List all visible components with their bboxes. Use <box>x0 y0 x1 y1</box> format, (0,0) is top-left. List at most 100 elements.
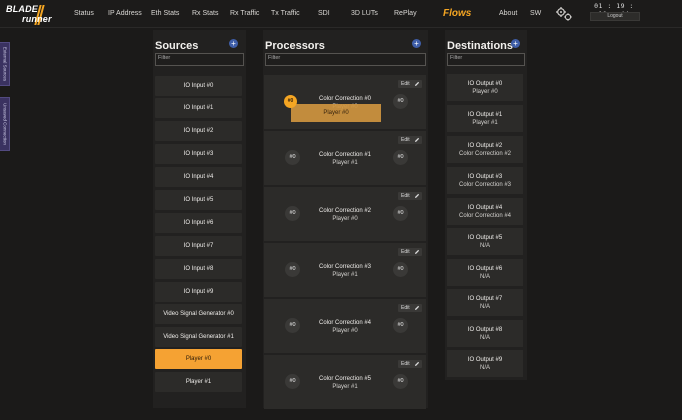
processors-panel: Processors + Filter Edit Color Correctio… <box>263 30 428 409</box>
gears-icon[interactable] <box>555 6 573 27</box>
output-port[interactable]: #0 <box>393 150 408 165</box>
destination-title: IO Output #1 <box>467 112 503 118</box>
nav-rx-stats[interactable]: Rx Stats <box>192 10 218 17</box>
nav-rx-traffic[interactable]: Rx Traffic <box>230 10 259 17</box>
source-item[interactable]: IO Input #9 <box>155 282 242 302</box>
destination-title: IO Output #2 <box>467 143 503 149</box>
nav-sdi[interactable]: SDI <box>318 10 330 17</box>
nav-3d-luts[interactable]: 3D LUTs <box>351 10 378 17</box>
source-item[interactable]: IO Input #2 <box>155 121 242 141</box>
bladerunner-logo: BLADE runner <box>6 5 62 25</box>
edit-label: Edit <box>401 361 410 367</box>
output-port[interactable]: #0 <box>393 374 408 389</box>
edit-button[interactable]: Edit <box>398 248 422 256</box>
logout-button[interactable]: Logout <box>590 12 640 21</box>
destinations-panel: Destinations + Filter IO Output #0 Player… <box>445 30 527 380</box>
logo-line2: runner <box>22 14 52 24</box>
destination-item[interactable]: IO Output #5 N/A <box>447 228 523 255</box>
nav-tx-traffic[interactable]: Tx Traffic <box>271 10 300 17</box>
side-tab-unsaved-connection[interactable]: Unsaved Connection <box>0 97 10 151</box>
source-item[interactable]: IO Input #4 <box>155 167 242 187</box>
source-item[interactable]: IO Input #5 <box>155 190 242 210</box>
destination-item[interactable]: IO Output #4 Color Correction #4 <box>447 198 523 225</box>
destination-source: N/A <box>479 304 490 310</box>
nav-ip-address[interactable]: IP Address <box>108 10 142 17</box>
destination-item[interactable]: IO Output #3 Color Correction #3 <box>447 167 523 194</box>
logo-line1: BLADE <box>6 4 38 14</box>
nav-sw[interactable]: SW <box>530 10 541 17</box>
source-item-selected[interactable]: Player #0 <box>155 349 242 369</box>
output-port[interactable]: #0 <box>393 262 408 277</box>
input-port[interactable]: #0 <box>285 262 300 277</box>
destination-item[interactable]: IO Output #9 N/A <box>447 350 523 377</box>
output-port[interactable]: #0 <box>393 318 408 333</box>
destination-source: Color Correction #2 <box>458 151 512 157</box>
edit-label: Edit <box>401 305 410 311</box>
destination-item[interactable]: IO Output #6 N/A <box>447 259 523 286</box>
add-destination-icon[interactable]: + <box>511 39 520 48</box>
processor-card[interactable]: Edit Color Correction #1 Player #1 #0 #0 <box>264 131 426 185</box>
destination-title: IO Output #8 <box>467 327 503 333</box>
output-port[interactable]: #0 <box>393 94 408 109</box>
destination-item[interactable]: IO Output #8 N/A <box>447 320 523 347</box>
sources-title: Sources <box>155 40 199 52</box>
destination-item[interactable]: IO Output #1 Player #1 <box>447 105 523 132</box>
edit-button[interactable]: Edit <box>398 304 422 312</box>
processor-card[interactable]: Edit Color Correction #5 Player #1 #0 #0 <box>264 355 426 409</box>
source-item[interactable]: IO Input #0 <box>155 76 242 96</box>
drop-port-badge[interactable]: #0 <box>284 95 297 108</box>
edit-button[interactable]: Edit <box>398 192 422 200</box>
source-item[interactable]: Video Signal Generator #1 <box>155 327 242 347</box>
destination-title: IO Output #4 <box>467 205 503 211</box>
input-port[interactable]: #0 <box>285 150 300 165</box>
nav-status[interactable]: Status <box>74 10 94 17</box>
edit-label: Edit <box>401 193 410 199</box>
add-source-icon[interactable]: + <box>229 39 238 48</box>
edit-button[interactable]: Edit <box>398 80 422 88</box>
edit-button[interactable]: Edit <box>398 360 422 368</box>
sources-filter-input[interactable]: Filter <box>155 53 244 66</box>
destination-source: Color Correction #4 <box>458 213 512 219</box>
destinations-title: Destinations <box>447 40 514 52</box>
nav-replay[interactable]: RePlay <box>394 10 417 17</box>
processor-card[interactable]: Edit Color Correction #0 Player #0 Playe… <box>264 75 426 129</box>
side-tab-label: External Sources <box>2 46 7 82</box>
input-port[interactable]: #0 <box>285 206 300 221</box>
add-processor-icon[interactable]: + <box>412 39 421 48</box>
destination-item[interactable]: IO Output #7 N/A <box>447 289 523 316</box>
side-tab-external-sources[interactable]: External Sources <box>0 42 10 86</box>
destination-item[interactable]: IO Output #0 Player #0 <box>447 74 523 101</box>
destination-source: Color Correction #3 <box>458 182 512 188</box>
source-item[interactable]: Video Signal Generator #0 <box>155 304 242 324</box>
destination-title: IO Output #5 <box>467 235 503 241</box>
processors-filter-input[interactable]: Filter <box>265 53 426 66</box>
processor-card[interactable]: Edit Color Correction #4 Player #0 #0 #0 <box>264 299 426 353</box>
destinations-filter-input[interactable]: Filter <box>447 53 525 66</box>
source-item[interactable]: IO Input #1 <box>155 98 242 118</box>
processor-card[interactable]: Edit Color Correction #2 Player #0 #0 #0 <box>264 187 426 241</box>
source-item[interactable]: IO Input #3 <box>155 144 242 164</box>
pencil-icon <box>415 193 420 198</box>
input-port[interactable]: #0 <box>285 374 300 389</box>
destination-item[interactable]: IO Output #2 Color Correction #2 <box>447 136 523 163</box>
nav-eth-stats[interactable]: Eth Stats <box>151 10 179 17</box>
destination-source: N/A <box>479 365 490 371</box>
input-port[interactable]: #0 <box>285 318 300 333</box>
edit-label: Edit <box>401 137 410 143</box>
processor-card[interactable]: Edit Color Correction #3 Player #1 #0 #0 <box>264 243 426 297</box>
edit-button[interactable]: Edit <box>398 136 422 144</box>
pencil-icon <box>415 137 420 142</box>
destination-source: N/A <box>479 243 490 249</box>
destination-title: IO Output #3 <box>467 174 503 180</box>
destination-title: IO Output #0 <box>467 81 503 87</box>
source-item[interactable]: IO Input #6 <box>155 213 242 233</box>
destination-title: IO Output #9 <box>467 357 503 363</box>
output-port[interactable]: #0 <box>393 206 408 221</box>
dragged-player-ghost[interactable]: Player #0 <box>291 104 381 122</box>
pencil-icon <box>415 249 420 254</box>
source-item[interactable]: IO Input #8 <box>155 259 242 279</box>
nav-flows[interactable]: Flows <box>443 8 471 19</box>
source-item[interactable]: Player #1 <box>155 372 242 392</box>
source-item[interactable]: IO Input #7 <box>155 236 242 256</box>
nav-about[interactable]: About <box>499 10 517 17</box>
